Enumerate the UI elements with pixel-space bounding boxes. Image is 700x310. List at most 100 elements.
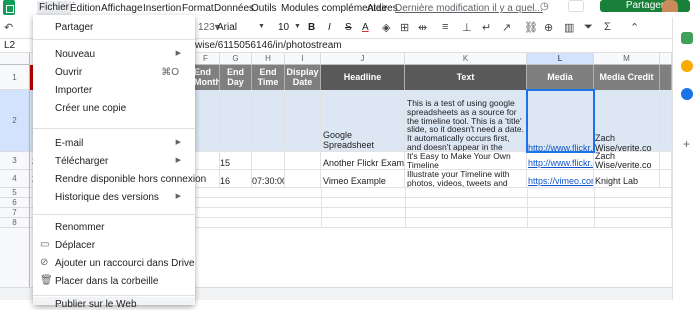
row-header-5[interactable]: 5 <box>0 188 30 198</box>
comment-icon[interactable] <box>568 0 584 12</box>
fill-color-icon[interactable]: ◈ <box>382 21 390 34</box>
row4-headline[interactable]: Vimeo Example <box>321 170 405 188</box>
add-addon-icon[interactable]: + <box>683 137 690 151</box>
row4-media[interactable]: https://vimeo.com/1 <box>527 170 594 188</box>
menu-item-renommer[interactable]: Renommer <box>33 219 195 237</box>
wrap-icon[interactable]: ↵ <box>482 21 491 34</box>
chart-icon[interactable]: ▥ <box>564 21 574 34</box>
row2-end-day[interactable] <box>220 90 252 152</box>
row-header-4[interactable]: 4 <box>0 170 30 188</box>
calendar-icon[interactable] <box>681 32 693 44</box>
row2-cell-n[interactable] <box>660 90 672 152</box>
col-header-m[interactable]: M <box>594 53 660 65</box>
col-header-g[interactable]: G <box>220 53 252 65</box>
menu-item-raccourci-drive[interactable]: ⊘ Ajouter un raccourci dans Drive <box>33 255 195 273</box>
rotate-icon[interactable]: ↗ <box>502 21 511 34</box>
bold-button[interactable]: B <box>308 22 315 33</box>
undo-icon[interactable]: ↶ <box>4 21 13 34</box>
menu-fichier[interactable]: Fichier <box>37 1 72 16</box>
col-header-k[interactable]: K <box>405 53 527 65</box>
history-icon[interactable]: ◷ <box>540 1 549 12</box>
row2-display-date[interactable] <box>285 90 321 152</box>
row2-headline[interactable]: Google Spreadsheet Example <box>321 90 405 152</box>
row-header-1[interactable]: 1 <box>0 65 30 90</box>
menu-item-creer-copie[interactable]: Créer une copie <box>33 100 195 118</box>
row3-text[interactable]: It's Easy to Make Your Own Timeline <box>405 152 527 170</box>
cell-reference[interactable]: L2 <box>4 40 15 51</box>
link-icon[interactable]: ⛓ <box>524 21 538 34</box>
header-media-credit[interactable]: Media Credit <box>594 65 660 90</box>
menu-item-corbeille[interactable]: 🗑 Placer dans la corbeille <box>33 273 195 291</box>
header-display-date[interactable]: Display Date <box>285 65 321 90</box>
col-header-l[interactable]: L <box>527 53 594 65</box>
row-header-3[interactable]: 3 <box>0 152 30 170</box>
row3-headline[interactable]: Another Flickr Example <box>321 152 405 170</box>
col-header-f[interactable]: F <box>192 53 220 65</box>
menu-item-nouveau[interactable]: Nouveau ▶ <box>33 46 195 64</box>
header-media[interactable]: Media <box>527 65 594 90</box>
text-color-button[interactable]: A <box>362 22 369 33</box>
menu-item-ouvrir[interactable]: Ouvrir ⌘O <box>33 64 195 82</box>
menu-item-historique[interactable]: Historique des versions ▶ <box>33 189 195 207</box>
row4-text[interactable]: Illustrate your Timeline with photos, vi… <box>405 170 527 188</box>
function-icon[interactable]: Σ <box>604 21 611 33</box>
borders-icon[interactable]: ⊞ <box>400 21 409 34</box>
row-header-8[interactable]: 8 <box>0 218 30 228</box>
row3-end-time[interactable] <box>252 152 285 170</box>
menu-outils[interactable]: Outils <box>251 3 277 14</box>
row4-credit[interactable]: Knight Lab <box>594 170 660 188</box>
row-header-6[interactable]: 6 <box>0 198 30 208</box>
row2-end-month[interactable] <box>192 90 220 152</box>
formula-input[interactable]: wise/6115056146/in/photostream <box>195 40 342 51</box>
menu-edition[interactable]: Édition <box>70 3 101 14</box>
menu-item-telecharger[interactable]: Télécharger ▶ <box>33 153 195 171</box>
header-headline[interactable]: Headline <box>321 65 405 90</box>
menu-item-hors-connexion[interactable]: Rendre disponible hors connexion <box>33 171 206 189</box>
font-size-dropdown-icon[interactable]: ▼ <box>294 23 301 30</box>
merge-icon[interactable]: ⇹ <box>418 21 427 34</box>
header-text[interactable]: Text <box>405 65 527 90</box>
align-icon[interactable]: ≡ <box>442 21 448 33</box>
header-end-time[interactable]: End Time <box>252 65 285 90</box>
row4-end-time[interactable]: 07:30:00 <box>252 170 285 188</box>
row3-media[interactable]: http://www.flickr.com <box>527 152 594 170</box>
row2-credit[interactable]: Zach Wise/verite.co <box>594 90 660 152</box>
row3-credit[interactable]: Zach Wise/verite.co <box>594 152 660 170</box>
row3-cell-n[interactable] <box>660 152 672 170</box>
header-end-day[interactable]: End Day <box>220 65 252 90</box>
avatar[interactable] <box>662 0 678 12</box>
row3-end-month[interactable] <box>192 152 220 170</box>
last-edit-link[interactable]: Dernière modification il y a quel... <box>395 3 543 14</box>
col-header-i[interactable]: I <box>285 53 321 65</box>
menu-insertion[interactable]: Insertion <box>143 3 181 14</box>
menu-item-deplacer[interactable]: ▭ Déplacer <box>33 237 195 255</box>
menu-item-importer[interactable]: Importer <box>33 82 195 100</box>
strikethrough-button[interactable]: S <box>345 22 352 33</box>
header-end-month[interactable]: End Month <box>192 65 220 90</box>
font-dropdown-icon[interactable]: ▼ <box>258 23 265 30</box>
row4-end-day[interactable]: 16 <box>220 170 252 188</box>
select-all-corner[interactable] <box>0 53 30 65</box>
font-selector[interactable]: Arial <box>217 22 237 33</box>
col-header-h[interactable]: H <box>252 53 285 65</box>
italic-button[interactable]: I <box>328 22 331 33</box>
keep-icon[interactable] <box>681 60 693 72</box>
header-cell-n1[interactable] <box>660 65 672 90</box>
menu-item-publier[interactable]: Publier sur le Web <box>33 297 195 310</box>
menu-donnees[interactable]: Données <box>214 3 254 14</box>
menu-affichage[interactable]: Affichage <box>101 3 143 14</box>
row4-cell-n[interactable] <box>660 170 672 188</box>
tasks-icon[interactable] <box>681 88 693 100</box>
menu-item-email[interactable]: E-mail ▶ <box>33 135 195 153</box>
row2-end-time[interactable] <box>252 90 285 152</box>
menu-format[interactable]: Format <box>182 3 214 14</box>
add-comment-icon[interactable]: ⊕ <box>544 21 553 34</box>
row2-text[interactable]: This is a test of using google spreadshe… <box>405 90 527 152</box>
filter-icon[interactable]: ⏷ <box>584 21 593 34</box>
col-header-n[interactable] <box>660 53 672 65</box>
sheets-logo-icon[interactable] <box>3 0 15 15</box>
row2-media[interactable]: http://www.flickr.com <box>527 90 594 152</box>
row3-end-day[interactable]: 15 <box>220 152 252 170</box>
row-header-2[interactable]: 2 <box>0 90 30 152</box>
collapse-toolbar-icon[interactable]: ⌃ <box>630 21 639 34</box>
